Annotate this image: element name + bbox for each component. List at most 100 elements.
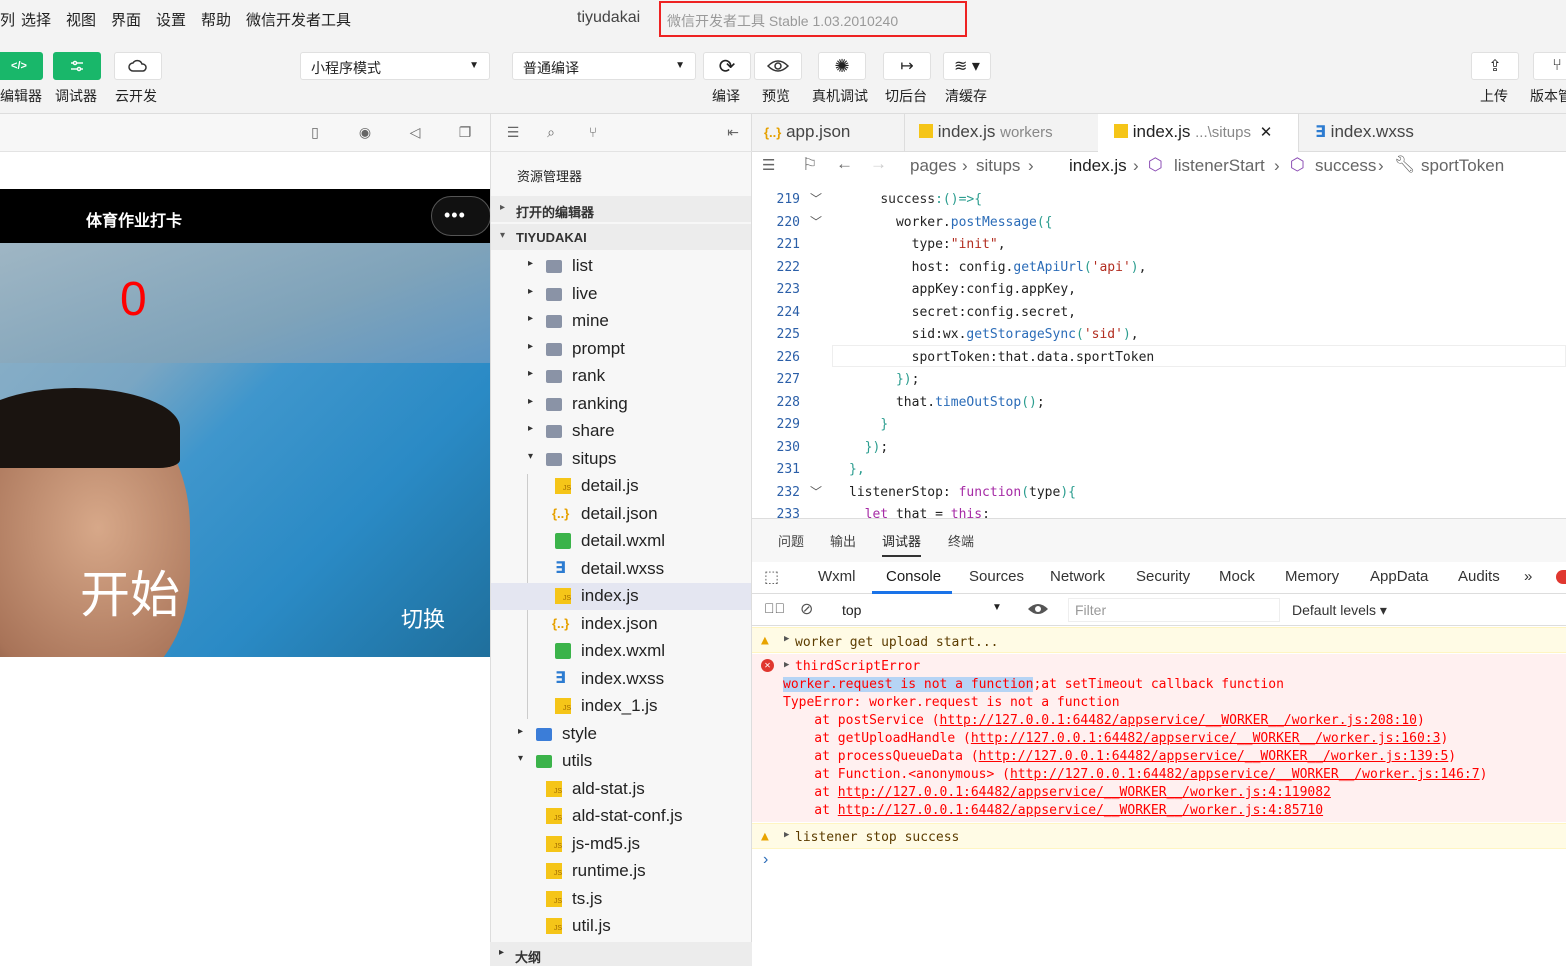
inspect-icon[interactable]: ⬚ xyxy=(764,567,779,587)
stack-frame-link[interactable]: http://127.0.0.1:64482/appservice/__WORK… xyxy=(838,803,1323,818)
tab-sources[interactable]: Sources xyxy=(969,568,1024,585)
breadcrumb-pages[interactable]: pages xyxy=(910,156,956,176)
breadcrumb-listenerstart[interactable]: listenerStart xyxy=(1174,156,1265,176)
compile-button[interactable]: ⟳ xyxy=(703,52,751,80)
breadcrumb-indexjs[interactable]: index.js xyxy=(1069,156,1127,176)
clear-cache-button[interactable]: ≋ ▾ xyxy=(943,52,991,80)
console-warning[interactable]: ▲ ▶ worker get upload start... xyxy=(752,627,1566,653)
tree-item[interactable]: JS util.js xyxy=(491,913,751,940)
outline-section[interactable]: ▸ 大纲 xyxy=(490,942,752,966)
chevron-right-icon[interactable]: ▸ xyxy=(528,258,533,269)
capsule-menu-button[interactable]: ••• xyxy=(431,196,491,236)
switch-camera-button[interactable]: 切换 xyxy=(401,602,445,634)
menu-help[interactable]: 帮助 xyxy=(201,9,231,30)
breadcrumb-situps[interactable]: situps xyxy=(976,156,1020,176)
chevron-right-icon[interactable]: ▸ xyxy=(528,368,533,379)
tree-item[interactable]: ▾ utils xyxy=(491,748,751,775)
chevron-right-icon[interactable]: ▸ xyxy=(528,423,533,434)
start-button[interactable]: 开始 xyxy=(80,555,180,627)
menu-select[interactable]: 选择 xyxy=(21,9,51,30)
tree-item[interactable]: ▸ list xyxy=(491,253,751,280)
error-count-icon[interactable] xyxy=(1556,570,1566,584)
tree-item[interactable]: ▸ style xyxy=(491,721,751,748)
chevron-right-icon[interactable]: ▸ xyxy=(528,313,533,324)
fold-chevron-icon[interactable]: ﹀ xyxy=(810,483,822,500)
sidebar-toggle-icon[interactable]: ▶⃞ xyxy=(764,600,785,616)
editor-toggle-button[interactable]: </> xyxy=(0,52,43,80)
close-icon[interactable]: ✕ xyxy=(1260,124,1273,141)
tree-item[interactable]: JS ald-stat-conf.js xyxy=(491,803,751,830)
tab-appdata[interactable]: AppData xyxy=(1370,568,1428,585)
menu-devtools[interactable]: 微信开发者工具 xyxy=(246,9,351,30)
tree-item[interactable]: JS index.js xyxy=(491,583,751,610)
tree-item[interactable]: JS runtime.js xyxy=(491,858,751,885)
forward-arrow-icon[interactable]: → xyxy=(870,154,887,174)
breadcrumb-success[interactable]: success xyxy=(1315,156,1376,176)
chevron-right-icon[interactable]: ▸ xyxy=(528,341,533,352)
tab-problems[interactable]: 问题 xyxy=(778,531,804,550)
tree-item[interactable]: JS index_1.js xyxy=(491,693,751,720)
eye-icon[interactable] xyxy=(1027,602,1049,616)
phone-icon[interactable]: ▯ xyxy=(305,124,325,142)
menu-view[interactable]: 视图 xyxy=(66,9,96,30)
collapse-panel-icon[interactable]: ⇤ xyxy=(723,124,743,142)
tree-item[interactable]: detail.wxml xyxy=(491,528,751,555)
cloud-dev-button[interactable] xyxy=(114,52,162,80)
volume-icon[interactable]: ◁ xyxy=(405,124,425,142)
real-device-debug-button[interactable]: ✺ xyxy=(818,52,866,80)
console-prompt[interactable]: › xyxy=(763,851,768,869)
chevron-right-icon[interactable]: ▸ xyxy=(528,396,533,407)
stack-frame-link[interactable]: http://127.0.0.1:64482/appservice/__WORK… xyxy=(979,749,1449,764)
project-section[interactable]: ▾ TIYUDAKAI xyxy=(491,224,751,250)
mode-select[interactable]: 小程序模式 ▼ xyxy=(300,52,490,80)
tab-output[interactable]: 输出 xyxy=(830,531,856,550)
expand-triangle-icon[interactable]: ▶ xyxy=(784,830,789,840)
filter-input[interactable]: Filter xyxy=(1068,598,1280,622)
stack-frame-link[interactable]: http://127.0.0.1:64482/appservice/__WORK… xyxy=(971,731,1441,746)
stack-frame-link[interactable]: http://127.0.0.1:64482/appservice/__WORK… xyxy=(1010,767,1480,782)
background-button[interactable]: ↦ xyxy=(883,52,931,80)
clear-console-icon[interactable]: ⊘ xyxy=(800,599,813,619)
tab-mock[interactable]: Mock xyxy=(1219,568,1255,585)
chevron-right-icon[interactable]: ▸ xyxy=(518,726,523,737)
chevron-right-icon[interactable]: ▸ xyxy=(528,286,533,297)
chevron-down-icon[interactable]: ▾ xyxy=(518,753,523,764)
menu-item[interactable]: 列 xyxy=(0,9,15,30)
list-icon[interactable]: ☰ xyxy=(503,124,523,142)
tree-item[interactable]: JS ald-stat.js xyxy=(491,776,751,803)
menu-settings[interactable]: 设置 xyxy=(156,9,186,30)
context-select[interactable]: top xyxy=(842,602,861,618)
tab-network[interactable]: Network xyxy=(1050,568,1105,585)
list-icon[interactable]: ☰ xyxy=(762,156,775,174)
tree-item[interactable]: JS detail.js xyxy=(491,473,751,500)
tree-item[interactable]: ∃ detail.wxss xyxy=(491,556,751,583)
fold-chevron-icon[interactable]: ﹀ xyxy=(810,190,822,207)
tree-item[interactable]: ▸ prompt xyxy=(491,336,751,363)
tree-item[interactable]: ∃ index.wxss xyxy=(491,666,751,693)
back-arrow-icon[interactable]: ← xyxy=(836,154,853,174)
levels-select[interactable]: Default levels ▾ xyxy=(1292,602,1387,619)
tree-item[interactable]: ▸ rank xyxy=(491,363,751,390)
tab-wxml[interactable]: Wxml xyxy=(818,568,856,585)
tab-terminal[interactable]: 终端 xyxy=(948,531,974,550)
menu-interface[interactable]: 界面 xyxy=(111,9,141,30)
console-error[interactable]: ✕ ▶ thirdScriptError worker.request is n… xyxy=(752,654,1566,822)
preview-button[interactable] xyxy=(754,52,802,80)
bookmark-icon[interactable]: ⚐ xyxy=(802,155,817,175)
console-warning[interactable]: ▲ ▶ listener stop success xyxy=(752,823,1566,849)
tab-workers-index-js[interactable]: index.js workers xyxy=(904,114,1098,152)
fold-chevron-icon[interactable]: ﹀ xyxy=(810,213,822,230)
code-editor[interactable]: 219 success:()=>{220 worker.postMessage(… xyxy=(752,180,1566,518)
stack-frame-link[interactable]: http://127.0.0.1:64482/appservice/__WORK… xyxy=(940,713,1417,728)
tree-item[interactable]: ▸ live xyxy=(491,281,751,308)
debugger-toggle-button[interactable] xyxy=(53,52,101,80)
source-control-icon[interactable]: ⑂ xyxy=(583,124,603,142)
version-mgmt-button[interactable]: ⑂ xyxy=(1533,52,1566,80)
tree-item[interactable]: ▸ ranking xyxy=(491,391,751,418)
tree-item[interactable]: JS js-md5.js xyxy=(491,831,751,858)
tab-app-json[interactable]: {..} app.json xyxy=(764,114,904,152)
tree-item[interactable]: ▸ mine xyxy=(491,308,751,335)
breadcrumb-sporttoken[interactable]: sportToken xyxy=(1421,156,1504,176)
chevron-down-icon[interactable]: ▾ xyxy=(528,451,533,462)
open-editors-section[interactable]: ▸ 打开的编辑器 xyxy=(491,196,751,222)
